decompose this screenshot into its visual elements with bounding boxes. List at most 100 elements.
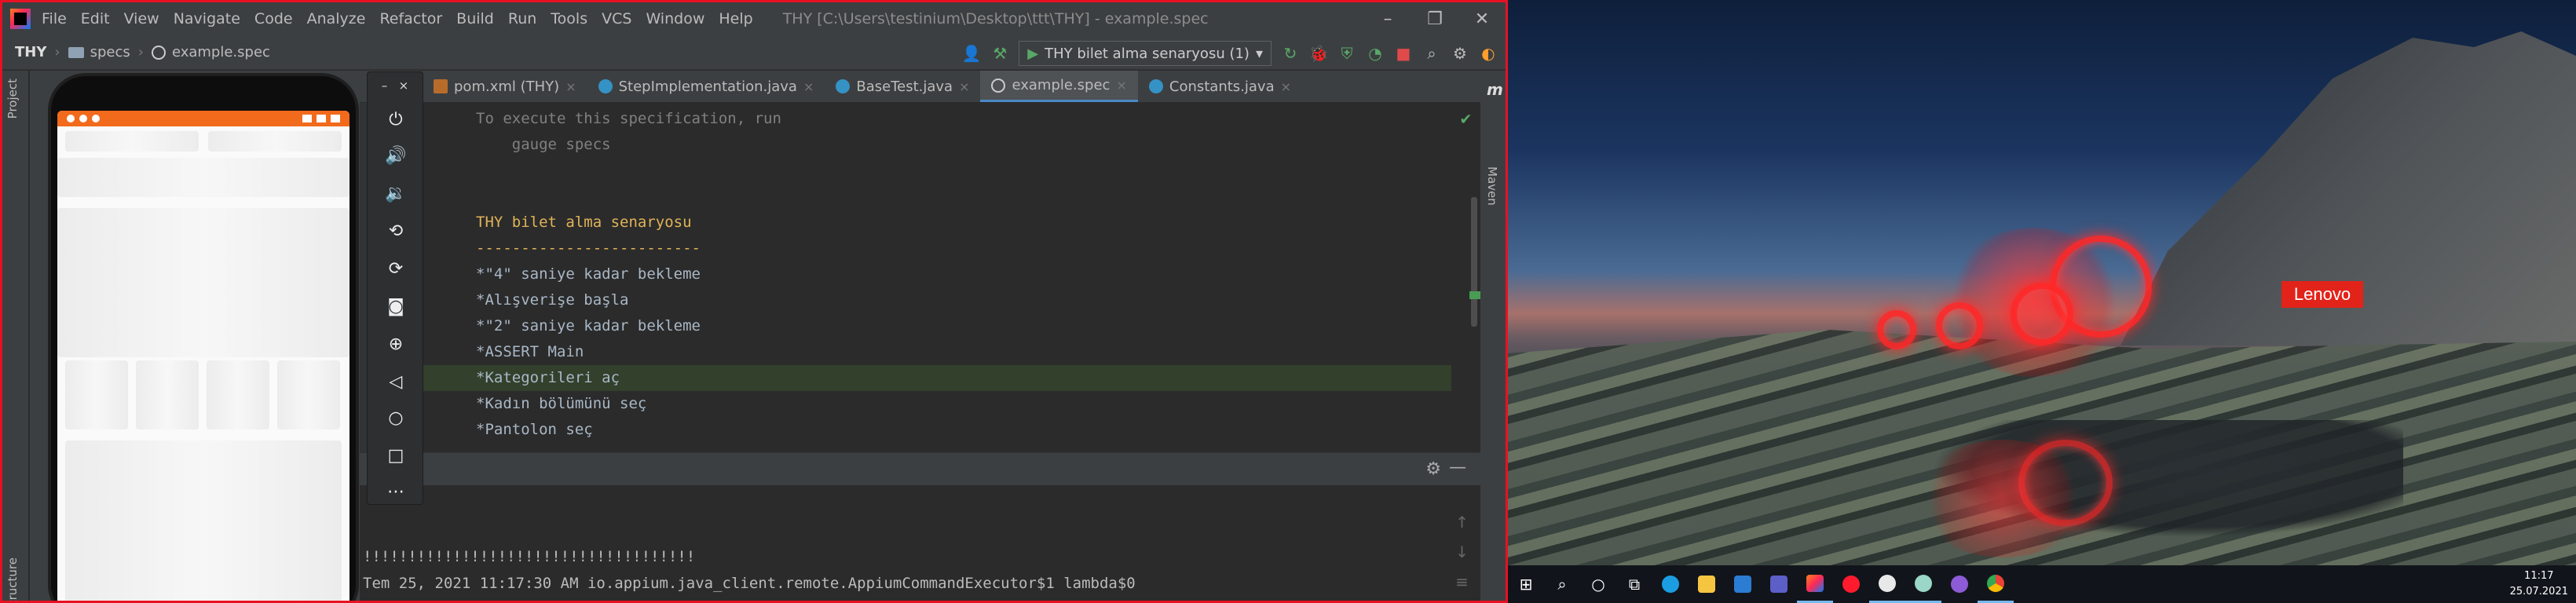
- app-icon[interactable]: [1869, 565, 1905, 603]
- debug-icon[interactable]: 🐞: [1309, 44, 1329, 63]
- rerun-icon[interactable]: ↻: [1281, 44, 1300, 63]
- spec-icon: [991, 78, 1006, 93]
- coverage-icon[interactable]: ⛨: [1337, 44, 1356, 63]
- loading-placeholder: [207, 360, 269, 429]
- opera-icon[interactable]: [1833, 565, 1869, 603]
- tab-pom[interactable]: pom.xml (THY) ×: [423, 71, 587, 102]
- tab-label: Constants.java: [1169, 78, 1275, 95]
- volume-down-icon[interactable]: 🔉: [385, 182, 407, 204]
- breadcrumb-project[interactable]: THY: [15, 44, 46, 60]
- close-tab-icon[interactable]: ×: [1281, 79, 1291, 94]
- task-view-icon[interactable]: ⧉: [1616, 565, 1652, 603]
- plugin-icon[interactable]: ◐: [1479, 44, 1498, 63]
- close-icon[interactable]: ✕: [1458, 2, 1506, 35]
- loading-placeholder: [57, 158, 349, 197]
- maven-logo-icon[interactable]: m: [1487, 80, 1503, 99]
- menu-analyze[interactable]: Analyze: [307, 10, 366, 27]
- power-icon[interactable]: ⏻: [385, 108, 407, 130]
- right-tool-strip: m Maven: [1480, 71, 1506, 601]
- editor-line: *"2" saniye kadar bekleme: [476, 317, 701, 334]
- menu-view[interactable]: View: [124, 10, 159, 27]
- run-config-label: THY bilet alma senaryosu (1): [1045, 45, 1250, 62]
- menu-file[interactable]: File: [42, 10, 67, 27]
- menu-run[interactable]: Run: [508, 10, 536, 27]
- menu-edit[interactable]: Edit: [81, 10, 110, 27]
- settings-gear-icon[interactable]: ⚙: [1451, 44, 1469, 63]
- rotate-left-icon[interactable]: ⟲: [385, 220, 407, 242]
- emulator-icon[interactable]: [1905, 565, 1941, 603]
- taskbar-clock[interactable]: 11:17 25.07.2021: [2510, 568, 2568, 600]
- console-output[interactable]: !!!!!!!!!!!!!!!!!!!!!!!!!!!!!!!!!!!!! Te…: [360, 485, 1444, 601]
- file-explorer-icon[interactable]: [1689, 565, 1725, 603]
- user-icon[interactable]: 👤: [962, 44, 982, 63]
- menu-refactor[interactable]: Refactor: [379, 10, 442, 27]
- cortana-icon[interactable]: ○: [1580, 565, 1616, 603]
- loading-placeholder: [208, 131, 342, 152]
- breadcrumb-specs[interactable]: specs: [90, 44, 130, 60]
- editor-scrollbar[interactable]: [1471, 197, 1477, 327]
- tab-constants[interactable]: Constants.java ×: [1138, 71, 1302, 102]
- windows-start-icon[interactable]: ⊞: [1508, 565, 1544, 603]
- overview-icon[interactable]: □: [385, 444, 407, 466]
- camera-icon[interactable]: ◙: [385, 295, 407, 317]
- emulator-screen[interactable]: [57, 111, 349, 601]
- search-icon[interactable]: ⌕: [1544, 565, 1580, 603]
- close-tab-icon[interactable]: ×: [1116, 78, 1126, 93]
- project-tool-tab[interactable]: Project: [5, 79, 20, 119]
- class-icon: [598, 79, 613, 93]
- run-panel-header: ⚙ —: [360, 452, 1480, 485]
- run-configuration-select[interactable]: ▶ THY bilet alma senaryosu (1) ▾: [1019, 41, 1272, 66]
- scroll-up-icon[interactable]: ↑: [1444, 513, 1480, 532]
- editor-tabs: pom.xml (THY) × StepImplementation.java …: [360, 71, 1491, 102]
- app-icon-2[interactable]: [1941, 565, 1978, 603]
- scenario-heading: THY bilet alma senaryosu: [476, 214, 692, 231]
- code-editor[interactable]: ✔ To execute this specification, run gau…: [423, 103, 1480, 452]
- menu-vcs[interactable]: VCS: [602, 10, 631, 27]
- editor-line: To execute this specification, run: [476, 110, 781, 127]
- breadcrumb-file[interactable]: example.spec: [172, 44, 270, 60]
- back-icon[interactable]: ◁: [385, 371, 407, 393]
- console-side-toolbar: ↑ ↓ ≡: [1444, 513, 1480, 601]
- tab-base-test[interactable]: BaseTest.java ×: [825, 71, 980, 102]
- maven-tool-tab[interactable]: Maven: [1485, 166, 1499, 206]
- home-icon[interactable]: ○: [385, 407, 407, 429]
- stop-icon[interactable]: ■: [1394, 44, 1413, 63]
- more-icon[interactable]: ⋯: [385, 481, 407, 502]
- emulator-toolbar: – × ⏻ 🔊 🔉 ⟲ ⟳ ◙ ⊕ ◁ ○ □ ⋯: [367, 71, 423, 505]
- tab-example-spec[interactable]: example.spec ×: [980, 71, 1138, 102]
- intellij-icon[interactable]: [1797, 565, 1833, 603]
- settings-gear-icon[interactable]: ⚙: [1425, 459, 1441, 479]
- search-icon[interactable]: ⌕: [1422, 44, 1441, 63]
- teams-icon[interactable]: [1761, 565, 1797, 603]
- restore-icon[interactable]: ❐: [1411, 2, 1458, 35]
- wrap-icon[interactable]: ≡: [1444, 572, 1480, 591]
- profile-icon[interactable]: ◔: [1366, 44, 1385, 63]
- menu-build[interactable]: Build: [456, 10, 494, 27]
- zoom-icon[interactable]: ⊕: [385, 333, 407, 355]
- menu-window[interactable]: Window: [646, 10, 704, 27]
- mail-icon[interactable]: [1725, 565, 1761, 603]
- window-controls: – ❐ ✕: [1364, 2, 1506, 35]
- build-hammer-icon[interactable]: ⚒: [990, 44, 1009, 63]
- close-icon[interactable]: ×: [399, 79, 409, 93]
- menu-tools[interactable]: Tools: [551, 10, 587, 27]
- tab-step-implementation[interactable]: StepImplementation.java ×: [587, 71, 825, 102]
- menu-code[interactable]: Code: [254, 10, 293, 27]
- scroll-down-icon[interactable]: ↓: [1444, 543, 1480, 561]
- chrome-icon[interactable]: [1978, 565, 2014, 603]
- volume-up-icon[interactable]: 🔊: [385, 144, 407, 166]
- structure-tool-tab[interactable]: Structure: [5, 557, 20, 601]
- hide-panel-icon[interactable]: —: [1449, 458, 1466, 477]
- menu-help[interactable]: Help: [719, 10, 752, 27]
- close-tab-icon[interactable]: ×: [959, 79, 969, 94]
- close-tab-icon[interactable]: ×: [565, 79, 576, 94]
- light-ring: [1936, 302, 1983, 349]
- editor-line: *"4" saniye kadar bekleme: [476, 265, 701, 283]
- light-reflection-glow: [1916, 440, 2089, 557]
- edge-icon[interactable]: [1652, 565, 1689, 603]
- rotate-right-icon[interactable]: ⟳: [385, 258, 407, 280]
- menu-navigate[interactable]: Navigate: [174, 10, 240, 27]
- close-tab-icon[interactable]: ×: [803, 79, 814, 94]
- minimize-icon[interactable]: –: [1364, 2, 1411, 35]
- minimize-icon[interactable]: –: [382, 79, 388, 93]
